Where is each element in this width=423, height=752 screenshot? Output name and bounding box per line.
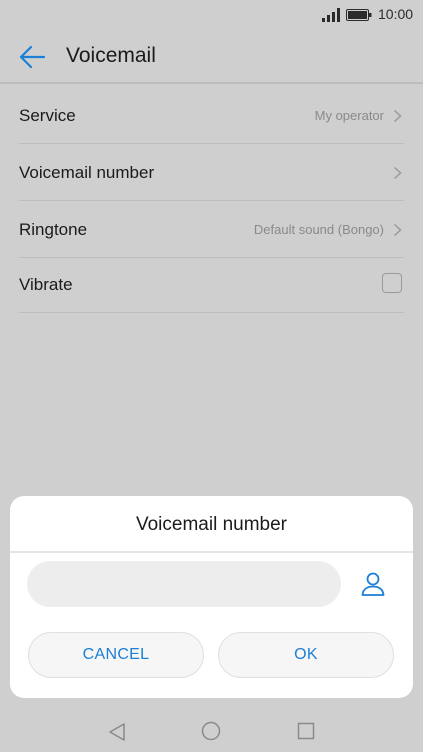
- navigation-bar: [0, 710, 423, 752]
- cancel-button[interactable]: CANCEL: [28, 632, 204, 678]
- status-bar: 10:00: [0, 0, 423, 30]
- setting-row-service[interactable]: Service My operator: [19, 86, 404, 144]
- chevron-right-icon: [393, 223, 402, 237]
- battery-icon: [346, 9, 372, 21]
- voicemail-number-dialog: Voicemail number CANCEL OK: [10, 496, 413, 698]
- ok-button[interactable]: OK: [218, 632, 394, 678]
- contact-person-icon[interactable]: [360, 571, 386, 597]
- setting-label: Vibrate: [19, 275, 73, 294]
- nav-recent-icon[interactable]: [297, 722, 315, 740]
- setting-row-voicemail-number[interactable]: Voicemail number: [19, 143, 404, 201]
- header-divider: [0, 82, 423, 84]
- back-arrow-icon[interactable]: [18, 44, 46, 70]
- dialog-divider: [10, 551, 413, 553]
- signal-icon: [322, 8, 340, 22]
- setting-value: Default sound (Bongo): [253, 222, 384, 237]
- setting-row-vibrate[interactable]: Vibrate: [19, 257, 404, 313]
- setting-row-ringtone[interactable]: Ringtone Default sound (Bongo): [19, 200, 404, 258]
- setting-label: Voicemail number: [19, 163, 155, 182]
- setting-label: Service: [19, 106, 76, 125]
- setting-label: Ringtone: [19, 220, 88, 239]
- page-title: Voicemail: [66, 44, 156, 67]
- setting-value: My operator: [314, 108, 384, 123]
- dialog-title: Voicemail number: [135, 514, 288, 535]
- chevron-right-icon: [393, 109, 402, 123]
- vibrate-checkbox[interactable]: [382, 273, 402, 293]
- chevron-right-icon: [393, 166, 402, 180]
- nav-home-icon[interactable]: [201, 721, 221, 741]
- voicemail-number-input[interactable]: [27, 561, 341, 607]
- nav-back-icon[interactable]: [108, 722, 126, 742]
- status-time: 10:00: [378, 6, 414, 22]
- voicemail-settings-screen: 10:00 Voicemail Service My operator Voic…: [0, 0, 423, 752]
- app-header: Voicemail: [0, 32, 423, 82]
